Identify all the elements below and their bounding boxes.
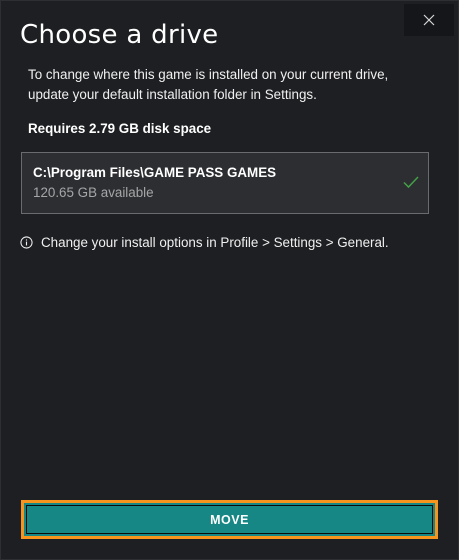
install-options-text: Change your install options in Profile >… (41, 234, 389, 250)
drive-path: C:\Program Files\GAME PASS GAMES (33, 165, 277, 180)
choose-drive-dialog: Choose a drive To change where this game… (0, 0, 459, 560)
drive-available-space: 120.65 GB available (33, 185, 154, 200)
move-button[interactable]: MOVE (21, 500, 438, 539)
info-icon (20, 235, 33, 249)
close-icon (423, 14, 435, 26)
drive-option-c[interactable]: C:\Program Files\GAME PASS GAMES 120.65 … (21, 152, 429, 214)
dialog-title: Choose a drive (20, 20, 219, 50)
close-button[interactable] (404, 4, 454, 36)
move-button-label: MOVE (210, 512, 249, 527)
dialog-description: To change where this game is installed o… (28, 67, 389, 102)
install-options-hint: Change your install options in Profile >… (20, 234, 389, 250)
checkmark-icon (403, 176, 419, 189)
disk-space-requirement: Requires 2.79 GB disk space (28, 121, 212, 136)
